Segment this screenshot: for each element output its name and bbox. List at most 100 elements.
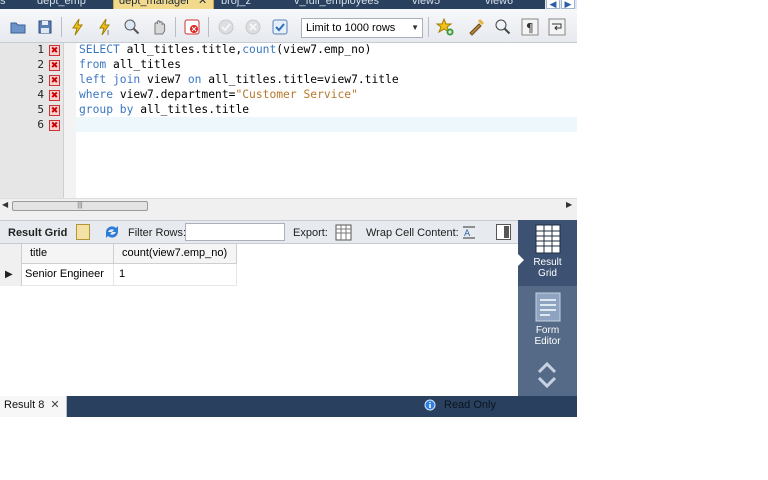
- column-header-count[interactable]: count(view7.emp_no): [114, 244, 237, 264]
- result-grid: title count(view7.emp_no) ▶ Senior Engin…: [0, 244, 518, 396]
- tab-dept-emp[interactable]: dept_emp: [37, 0, 107, 9]
- wrap-icon[interactable]: [548, 18, 566, 36]
- code-token: view7: [140, 73, 188, 86]
- save-icon[interactable]: [36, 18, 54, 36]
- query-tab-bar: s dept_emp dept_manager ✕ broj_z v_full_e…: [0, 0, 577, 9]
- result-tab[interactable]: Result 8 ✕: [0, 396, 67, 417]
- filter-rows-input[interactable]: [185, 223, 285, 241]
- tab-broj-z[interactable]: broj_z: [221, 0, 281, 9]
- beautify-icon[interactable]: [467, 18, 485, 36]
- code-line[interactable]: group by all_titles.title: [79, 103, 249, 116]
- sql-editor-window: s dept_emp dept_manager ✕ broj_z v_full_e…: [0, 0, 577, 417]
- refresh-icon[interactable]: [103, 224, 121, 240]
- wrap-cell-content-label: Wrap Cell Content:: [366, 227, 459, 239]
- scroll-right-icon[interactable]: ▶: [566, 200, 572, 209]
- editor-toolbar: I Limit to 1000 rows ▼ ¶: [0, 9, 577, 43]
- panel-splitter[interactable]: [0, 212, 518, 220]
- commit-icon[interactable]: [217, 18, 235, 36]
- tab-v-full-employees[interactable]: v_full_employees: [294, 0, 394, 9]
- table-cell[interactable]: 1: [114, 264, 237, 286]
- syntax-error-icon[interactable]: ✖: [49, 60, 60, 71]
- row-limit-select[interactable]: Limit to 1000 rows ▼: [301, 18, 423, 38]
- code-token: all_titles: [106, 58, 182, 71]
- svg-text:¶: ¶: [526, 21, 534, 35]
- code-line[interactable]: from all_titles: [79, 58, 181, 71]
- scrollbar-thumb[interactable]: |||: [12, 201, 148, 211]
- export-label: Export:: [293, 227, 328, 239]
- line-number: 3: [37, 73, 44, 86]
- line-number: 4: [37, 88, 44, 101]
- svg-text:I: I: [107, 29, 109, 36]
- result-side-panel: Result Grid Form Editor: [518, 220, 577, 396]
- column-header-title[interactable]: title: [22, 244, 114, 264]
- tab-view5[interactable]: view5: [412, 0, 472, 9]
- syntax-error-icon[interactable]: ✖: [49, 75, 60, 86]
- result-grid-label: Result Grid: [8, 227, 68, 239]
- execute-icon[interactable]: [69, 18, 87, 36]
- code-token: where: [79, 88, 114, 101]
- code-line[interactable]: left join view7 on all_titles.title=view…: [79, 73, 399, 86]
- add-snippet-icon[interactable]: [436, 18, 454, 36]
- info-icon: [424, 399, 436, 411]
- line-number: 1: [37, 43, 44, 56]
- code-token: all_titles.title: [133, 103, 250, 116]
- toggle-error-icon[interactable]: [183, 18, 201, 36]
- tab-view6[interactable]: view6: [485, 0, 535, 9]
- code-line[interactable]: where view7.department="Customer Service…: [79, 88, 358, 101]
- result-status-bar: Result 8 ✕ Read Only: [0, 396, 577, 417]
- find-icon[interactable]: [494, 18, 512, 36]
- export-icon[interactable]: [335, 224, 353, 241]
- grid-view-icon[interactable]: [76, 224, 90, 240]
- table-cell[interactable]: Senior Engineer: [22, 264, 114, 286]
- code-token: on: [187, 73, 202, 86]
- syntax-error-icon[interactable]: ✖: [49, 45, 60, 56]
- autocommit-icon[interactable]: [271, 18, 289, 36]
- stop-icon[interactable]: [150, 18, 168, 36]
- syntax-error-icon[interactable]: ✖: [49, 90, 60, 101]
- code-token: view7.department=: [113, 88, 236, 101]
- tab-scroll-arrows: ◀ ▶: [545, 0, 577, 9]
- code-token: from: [79, 58, 107, 71]
- result-toolbar: Result Grid Filter Rows: Export: Wrap Ce…: [0, 220, 518, 244]
- code-token: "Customer Service": [235, 88, 358, 101]
- active-indicator: [518, 254, 524, 266]
- form-editor-icon: [535, 292, 561, 322]
- current-row-marker-icon: ▶: [5, 269, 13, 280]
- rollback-icon[interactable]: [244, 18, 262, 36]
- syntax-error-icon[interactable]: ✖: [49, 120, 60, 131]
- code-token: (view7.emp_no): [276, 43, 372, 56]
- code-token: SELECT: [79, 43, 120, 56]
- code-token: all_titles.title,: [119, 43, 243, 56]
- read-only-status: Read Only: [444, 399, 496, 411]
- scroll-left-icon[interactable]: ◀: [2, 200, 8, 209]
- scroll-panel-icon[interactable]: [536, 360, 558, 390]
- line-number: 2: [37, 58, 44, 71]
- tab-s[interactable]: s: [0, 0, 20, 9]
- wrap-cell-icon[interactable]: A: [462, 225, 476, 240]
- current-line-highlight: [76, 117, 577, 132]
- sql-editor[interactable]: 1 ✖ SELECT all_titles.title,count(view7.em…: [0, 43, 577, 198]
- close-result-tab-icon[interactable]: ✕: [50, 399, 59, 411]
- invisible-chars-icon[interactable]: ¶: [521, 18, 539, 36]
- toggle-panel-icon[interactable]: [496, 224, 511, 240]
- tab-scroll-right-icon[interactable]: ▶: [561, 0, 575, 9]
- tab-scroll-left-icon[interactable]: ◀: [546, 0, 560, 9]
- editor-horizontal-scrollbar[interactable]: ◀ ||| ▶: [0, 198, 577, 212]
- syntax-error-icon[interactable]: ✖: [49, 105, 60, 116]
- line-number: 5: [37, 103, 44, 116]
- result-grid-side-button[interactable]: Result Grid: [518, 220, 577, 286]
- code-line[interactable]: SELECT all_titles.title,count(view7.emp_…: [79, 43, 371, 56]
- chevron-down-icon: ▼: [411, 23, 419, 32]
- close-tab-icon[interactable]: ✕: [198, 0, 207, 7]
- line-number: 6: [37, 118, 44, 131]
- form-editor-side-button[interactable]: Form Editor: [518, 288, 577, 350]
- svg-text:A: A: [464, 229, 471, 239]
- code-token: group by: [79, 103, 134, 116]
- explain-icon[interactable]: [123, 18, 141, 36]
- open-folder-icon[interactable]: [9, 18, 27, 36]
- filter-rows-label: Filter Rows:: [128, 227, 187, 239]
- code-token: all_titles.title=view7.title: [201, 73, 399, 86]
- fold-margin: [64, 43, 76, 198]
- execute-current-icon[interactable]: I: [96, 18, 114, 36]
- tab-dept-manager[interactable]: dept_manager ✕: [113, 0, 214, 9]
